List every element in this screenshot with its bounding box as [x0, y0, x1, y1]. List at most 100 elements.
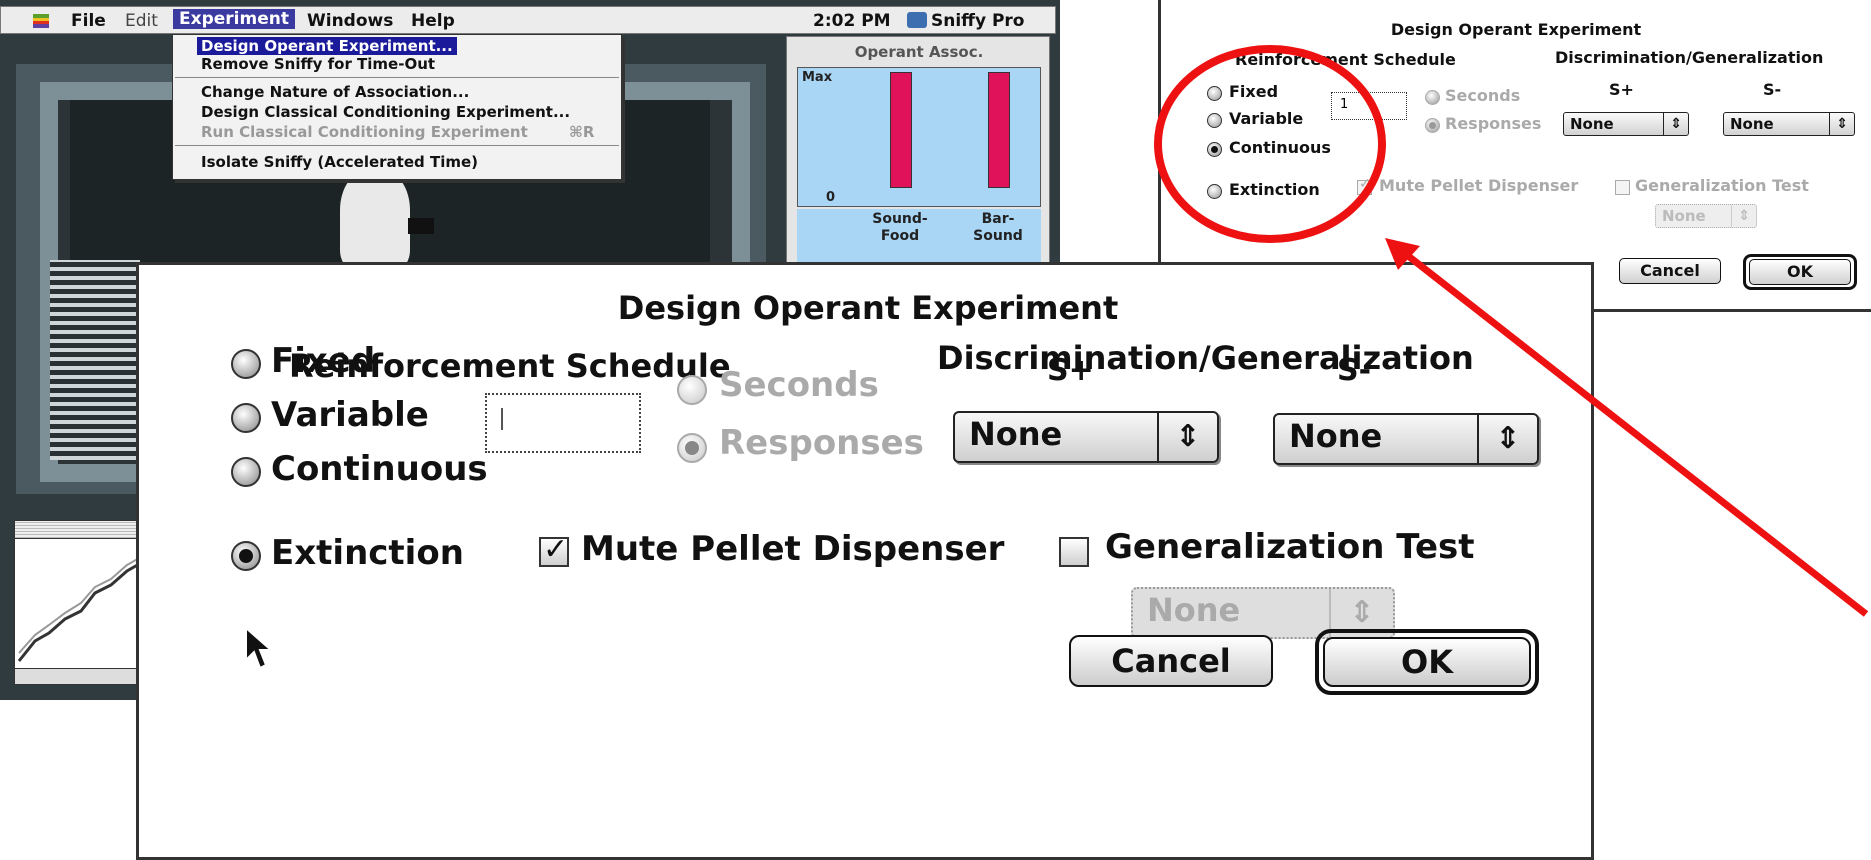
cumulative-record-graph — [17, 556, 142, 662]
small-mute-pellet-label: Mute Pellet Dispenser — [1379, 176, 1579, 195]
dialog-title: Design Operant Experiment — [617, 289, 1119, 327]
menu-item-isolate-sniffy[interactable]: Isolate Sniffy (Accelerated Time) — [201, 153, 478, 171]
schedule-value-field[interactable] — [485, 393, 641, 453]
small-radio-responses[interactable] — [1425, 118, 1440, 133]
radio-extinction-label: Extinction — [271, 533, 464, 573]
discrimination-generalization-heading: Discrimination/Generalization — [937, 339, 1474, 377]
cumulative-record-window — [14, 520, 144, 685]
radio-seconds[interactable] — [677, 375, 707, 405]
up-down-arrows-icon: ⇕ — [1829, 113, 1854, 135]
menu-clock: 2:02 PM — [813, 11, 891, 31]
small-dialog-title: Design Operant Experiment — [1390, 20, 1642, 39]
ok-button[interactable]: OK — [1323, 637, 1531, 687]
radio-variable-label: Variable — [271, 395, 429, 435]
small-mute-pellet-checkbox[interactable]: ✓ — [1357, 176, 1372, 195]
small-generalization-value: None — [1662, 207, 1706, 225]
small-radio-seconds-label: Seconds — [1445, 86, 1521, 105]
menu-item-run-classical-experiment: Run Classical Conditioning Experiment — [201, 123, 528, 141]
small-s-minus-popup[interactable]: None ⇕ — [1723, 112, 1855, 136]
bar-label-line: Sound — [973, 228, 1023, 244]
operant-assoc-chart: Max 0 — [797, 67, 1041, 207]
chamber-grid-wall — [50, 260, 140, 460]
menu-item-design-operant-experiment[interactable]: Design Operant Experiment... — [197, 37, 457, 55]
small-ok-button[interactable]: OK — [1749, 259, 1851, 285]
small-generalization-test-checkbox[interactable] — [1615, 180, 1630, 195]
small-radio-responses-label: Responses — [1445, 114, 1542, 133]
up-down-arrows-icon: ⇕ — [1157, 413, 1217, 461]
small-generalization-popup: None ⇕ — [1655, 204, 1757, 228]
sniffy-app-icon[interactable] — [907, 12, 927, 28]
operant-assoc-title: Operant Assoc. — [854, 43, 984, 61]
s-minus-value: None — [1289, 417, 1383, 455]
small-radio-variable[interactable] — [1207, 113, 1222, 128]
axis-zero-label: 0 — [826, 190, 836, 205]
s-plus-value: None — [969, 415, 1063, 453]
radio-continuous-label: Continuous — [271, 449, 488, 489]
small-cancel-button[interactable]: Cancel — [1619, 258, 1721, 284]
s-minus-label: S- — [1337, 353, 1372, 388]
small-radio-seconds[interactable] — [1425, 90, 1440, 105]
radio-fixed[interactable] — [231, 349, 261, 379]
small-radio-fixed-label: Fixed — [1229, 82, 1279, 101]
up-down-arrows-icon: ⇕ — [1731, 205, 1756, 227]
small-value-field[interactable]: 1 — [1331, 92, 1407, 120]
up-down-arrows-icon: ⇕ — [1477, 415, 1537, 463]
radio-variable[interactable] — [231, 403, 261, 433]
bar-sound-food — [890, 72, 912, 188]
menu-item-remove-sniffy[interactable]: Remove Sniffy for Time-Out — [201, 55, 435, 73]
menu-item-change-nature-of-association[interactable]: Change Nature of Association... — [201, 83, 469, 101]
small-s-plus-label: S+ — [1609, 80, 1634, 99]
bar-bar-sound — [988, 72, 1010, 188]
menu-file[interactable]: File — [71, 11, 106, 31]
cancel-button[interactable]: Cancel — [1069, 635, 1273, 687]
menu-help[interactable]: Help — [411, 11, 455, 31]
small-radio-extinction[interactable] — [1207, 184, 1222, 199]
bar-label-line: Food — [880, 228, 920, 244]
bar-label-line: Sound- — [872, 211, 928, 227]
menu-bar: File Edit Experiment Windows Help 2:02 P… — [0, 6, 1056, 34]
menu-experiment[interactable]: Experiment — [173, 9, 295, 29]
bar-label-bar-sound: Bar- Sound — [953, 211, 1043, 245]
small-s-minus-value: None — [1730, 115, 1774, 133]
bar-label-line: Bar- — [981, 211, 1015, 227]
small-s-plus-popup[interactable]: None ⇕ — [1563, 112, 1689, 136]
small-radio-continuous[interactable] — [1207, 142, 1222, 157]
checkmark-icon: ✓ — [543, 532, 569, 567]
menu-windows[interactable]: Windows — [307, 11, 393, 31]
radio-responses[interactable] — [677, 433, 707, 463]
bar-label-sound-food: Sound- Food — [855, 211, 945, 245]
menu-item-design-classical-experiment[interactable]: Design Classical Conditioning Experiment… — [201, 103, 570, 121]
small-radio-continuous-label: Continuous — [1229, 138, 1331, 157]
small-radio-fixed[interactable] — [1207, 86, 1222, 101]
small-s-minus-label: S- — [1763, 80, 1782, 99]
small-radio-variable-label: Variable — [1229, 109, 1304, 128]
menu-shortcut-run: ⌘R — [569, 123, 595, 141]
apple-icon[interactable] — [31, 10, 51, 30]
radio-continuous[interactable] — [231, 457, 261, 487]
small-generalization-test-label: Generalization Test — [1635, 176, 1809, 195]
small-s-plus-value: None — [1570, 115, 1614, 133]
mute-pellet-label: Mute Pellet Dispenser — [581, 529, 1005, 569]
up-down-arrows-icon: ⇕ — [1663, 113, 1688, 135]
s-minus-popup[interactable]: None ⇕ — [1273, 413, 1539, 465]
menu-edit[interactable]: Edit — [125, 11, 158, 31]
radio-seconds-label: Seconds — [719, 365, 879, 405]
lever-bar — [408, 218, 434, 234]
app-menu-name[interactable]: Sniffy Pro — [931, 11, 1024, 31]
radio-fixed-label: Fixed — [271, 341, 376, 381]
cumulative-record-titlebar[interactable] — [15, 521, 143, 539]
menu-separator — [175, 145, 619, 146]
small-discrimination-heading: Discrimination/Generalization — [1555, 48, 1824, 67]
small-reinforcement-schedule-heading: Reinforcement Schedule — [1235, 50, 1456, 69]
cumulative-record-scrollbar[interactable] — [15, 668, 143, 684]
s-plus-popup[interactable]: None ⇕ — [953, 411, 1219, 463]
menu-separator — [175, 77, 619, 78]
axis-max-label: Max — [802, 70, 833, 85]
radio-extinction[interactable] — [231, 541, 261, 571]
mute-pellet-checkbox[interactable]: ✓ — [539, 533, 569, 567]
small-radio-extinction-label: Extinction — [1229, 180, 1320, 199]
design-operant-dialog: Design Operant Experiment Reinforcement … — [136, 262, 1594, 860]
generalization-test-checkbox[interactable] — [1059, 537, 1089, 567]
arrow-cursor-icon — [245, 626, 274, 670]
operant-assoc-window: Operant Assoc. Max 0 Sound- Food Bar- So… — [786, 36, 1050, 276]
